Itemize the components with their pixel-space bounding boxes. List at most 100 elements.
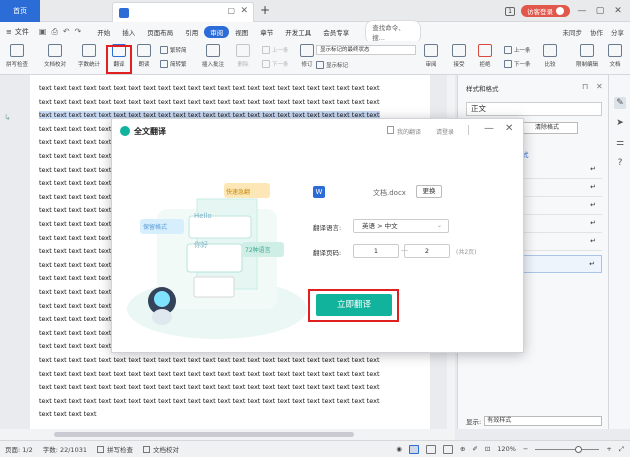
- insert-comment-icon: [206, 44, 220, 57]
- redo-icon[interactable]: ↷: [75, 27, 82, 37]
- menu-page-layout[interactable]: 页面布局: [141, 26, 179, 38]
- page-view-icon[interactable]: [408, 444, 419, 454]
- style-list-item[interactable]: ↵: [522, 161, 602, 179]
- zoom-in-icon[interactable]: +: [606, 445, 611, 453]
- delete-comment-button[interactable]: 删除: [236, 44, 250, 68]
- spell-check-button[interactable]: 拼写检查: [6, 44, 28, 68]
- panel-restore-icon[interactable]: ⊓: [582, 82, 588, 91]
- page-from-input[interactable]: 1: [353, 244, 399, 258]
- style-list-item[interactable]: ↵: [522, 197, 602, 215]
- menu-chapter[interactable]: 章节: [254, 26, 279, 38]
- guest-login-label: 访客登录: [527, 8, 553, 16]
- maximize-icon[interactable]: ▢: [594, 6, 606, 16]
- next-change-icon: [504, 60, 512, 68]
- zoom-level[interactable]: 120%: [497, 445, 516, 453]
- read-aloud-button[interactable]: 朗读: [137, 44, 151, 68]
- translate-language-select[interactable]: 英语 > 中文 ⌄: [353, 219, 449, 233]
- tab-restore-icon[interactable]: ▢: [227, 6, 235, 15]
- collab-button[interactable]: 协作: [590, 27, 603, 37]
- next-change-button[interactable]: 下一条: [504, 60, 531, 68]
- login-link[interactable]: 请登录: [436, 127, 454, 136]
- accept-button[interactable]: 接受: [452, 44, 466, 68]
- trad-to-simp-button[interactable]: 繁转简: [160, 46, 187, 54]
- compare-button[interactable]: 比较: [543, 44, 557, 68]
- next-comment-button[interactable]: 下一条: [262, 60, 289, 68]
- panel-close-icon[interactable]: ✕: [596, 82, 603, 91]
- pointer-icon[interactable]: ➤: [614, 117, 626, 129]
- page-to-input[interactable]: 2: [404, 244, 450, 258]
- markup-state-select[interactable]: 显示标记的最终状态: [316, 45, 416, 55]
- globe-icon[interactable]: ⊕: [460, 445, 465, 453]
- close-window-icon[interactable]: ✕: [612, 6, 624, 16]
- review-pane-icon: [424, 44, 438, 57]
- save-icon[interactable]: ▣: [39, 27, 47, 37]
- dialog-close-icon[interactable]: ✕: [505, 123, 513, 134]
- cursor-marker-icon: ↳: [4, 113, 11, 122]
- undo-icon[interactable]: ↶: [63, 27, 70, 37]
- review-pane-button[interactable]: 审阅: [424, 44, 438, 68]
- review-ribbon: 拼写检查 文档校对 字数统计 翻译 朗读 繁转简 简转繁 插入批注 删除 上一条…: [0, 41, 630, 75]
- sync-status[interactable]: 未同步: [563, 27, 583, 37]
- menu-review[interactable]: 审阅: [204, 25, 230, 38]
- clear-format-button[interactable]: 清除格式: [516, 122, 578, 134]
- show-filter-select[interactable]: 有效样式: [484, 416, 603, 426]
- spell-check-toggle[interactable]: 拼写检查: [92, 444, 138, 454]
- menu-view[interactable]: 视图: [229, 26, 254, 38]
- doc-check-toggle[interactable]: 文档校对: [138, 444, 184, 454]
- zoom-slider-knob[interactable]: [575, 445, 583, 453]
- zoom-slider[interactable]: [535, 445, 600, 453]
- settings-sliders-icon[interactable]: ⚌: [614, 137, 626, 149]
- doc-permission-button[interactable]: 文档: [608, 44, 622, 68]
- menu-start[interactable]: 开始: [91, 26, 116, 38]
- my-translation-link[interactable]: 我的翻译: [397, 127, 421, 136]
- doc-check-button[interactable]: 文档校对: [44, 44, 66, 68]
- tab-document[interactable]: ▢ ✕: [112, 2, 254, 22]
- zoom-out-icon[interactable]: −: [523, 445, 528, 453]
- file-menu[interactable]: ≡ 文件: [0, 27, 35, 37]
- document-icon: [119, 8, 129, 18]
- insert-comment-button[interactable]: 插入批注: [202, 44, 224, 68]
- menu-insert[interactable]: 插入: [116, 26, 141, 38]
- print-icon[interactable]: ⎙: [51, 27, 57, 37]
- restrict-edit-button[interactable]: 限制编辑: [576, 44, 598, 68]
- menu-references[interactable]: 引用: [179, 26, 204, 38]
- revise-button[interactable]: 修订: [300, 44, 314, 68]
- window-count-badge[interactable]: 1: [505, 6, 515, 16]
- current-style-select[interactable]: 正文: [466, 102, 602, 116]
- pen-icon[interactable]: ✎: [614, 97, 626, 109]
- share-button[interactable]: 分享: [611, 27, 624, 37]
- style-list-item[interactable]: ↵: [522, 233, 602, 251]
- new-tab-button[interactable]: +: [260, 3, 270, 17]
- command-search[interactable]: 查找命令、搜...: [365, 19, 422, 44]
- web-view-icon[interactable]: [442, 444, 453, 454]
- style-list-item-selected[interactable]: ↵: [522, 255, 602, 273]
- menu-member[interactable]: 会员专享: [317, 26, 355, 38]
- style-list-item[interactable]: ↵: [522, 179, 602, 197]
- fullscreen-icon[interactable]: ⤢: [619, 445, 624, 454]
- guest-login-button[interactable]: 访客登录: [521, 5, 570, 17]
- minimize-icon[interactable]: —: [576, 6, 588, 16]
- style-list-item[interactable]: ↵: [522, 215, 602, 233]
- illus-tag-format: 保留格式: [143, 224, 168, 231]
- outline-view-icon[interactable]: [425, 444, 436, 454]
- zoom-fit-icon[interactable]: ⊡: [485, 445, 490, 453]
- show-markup-button[interactable]: 显示标记: [316, 61, 348, 69]
- eye-icon[interactable]: ◉: [396, 445, 402, 453]
- page-indicator[interactable]: 页面: 1/2: [0, 444, 38, 454]
- change-file-button[interactable]: 更换: [416, 185, 442, 198]
- prev-change-button[interactable]: 上一条: [504, 46, 531, 54]
- reject-button[interactable]: 拒绝: [478, 44, 492, 68]
- word-count-button[interactable]: 字数统计: [78, 44, 100, 68]
- help-icon[interactable]: ?: [614, 157, 626, 169]
- tab-home[interactable]: 首页: [0, 0, 40, 22]
- menu-dev-tools[interactable]: 开发工具: [279, 26, 317, 38]
- tab-close-icon[interactable]: ✕: [240, 6, 248, 16]
- scrollbar-thumb[interactable]: [54, 432, 354, 437]
- word-count-indicator[interactable]: 字数: 22/1031: [38, 444, 92, 454]
- horizontal-scrollbar[interactable]: [0, 429, 455, 440]
- simp-to-trad-button[interactable]: 简转繁: [160, 60, 187, 68]
- dialog-title: 全文翻译: [134, 127, 166, 136]
- pencil-status-icon[interactable]: ✐: [472, 445, 477, 453]
- prev-comment-button[interactable]: 上一条: [262, 46, 289, 54]
- dialog-minimize-icon[interactable]: —: [484, 123, 494, 134]
